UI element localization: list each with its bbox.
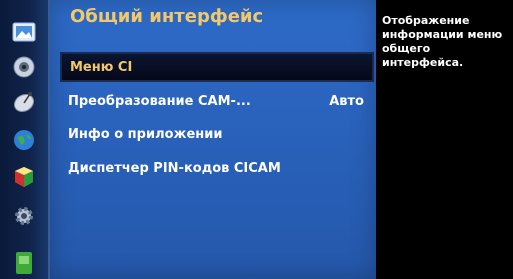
broadcast-icon[interactable]: [11, 90, 37, 114]
support-icon[interactable]: [11, 250, 37, 274]
picture-icon[interactable]: [11, 20, 37, 44]
system-icon[interactable]: [11, 204, 37, 228]
menu-item-ci-menu[interactable]: Меню CI: [60, 52, 374, 82]
panel-title: Общий интерфейс: [70, 6, 264, 27]
smart-hub-icon[interactable]: [11, 165, 37, 189]
help-text: Отображение информации меню общего интер…: [382, 14, 512, 70]
network-icon[interactable]: [11, 128, 37, 152]
menu-item-label: Инфо о приложении: [68, 126, 223, 142]
menu-item-cam-conversion[interactable]: Преобразование CAM-... Авто: [60, 86, 374, 116]
menu-item-label: Преобразование CAM-...: [68, 93, 251, 109]
help-line: Отображение: [382, 14, 470, 27]
help-line: общего интерфейса.: [382, 42, 464, 69]
common-interface-panel: Общий интерфейс Меню CI Преобразование C…: [50, 0, 376, 279]
menu-item-app-info[interactable]: Инфо о приложении: [60, 119, 374, 149]
help-panel: Отображение информации меню общего интер…: [378, 0, 513, 279]
menu-item-pin-manager[interactable]: Диспетчер PIN-кодов CICAM: [60, 153, 374, 183]
sound-icon[interactable]: [11, 55, 37, 79]
menu-item-value: Авто: [329, 93, 364, 109]
help-line: информации меню: [382, 28, 503, 41]
menu-item-label: Меню CI: [70, 59, 133, 75]
category-sidebar: [0, 0, 50, 279]
menu-item-label: Диспетчер PIN-кодов CICAM: [68, 160, 281, 176]
